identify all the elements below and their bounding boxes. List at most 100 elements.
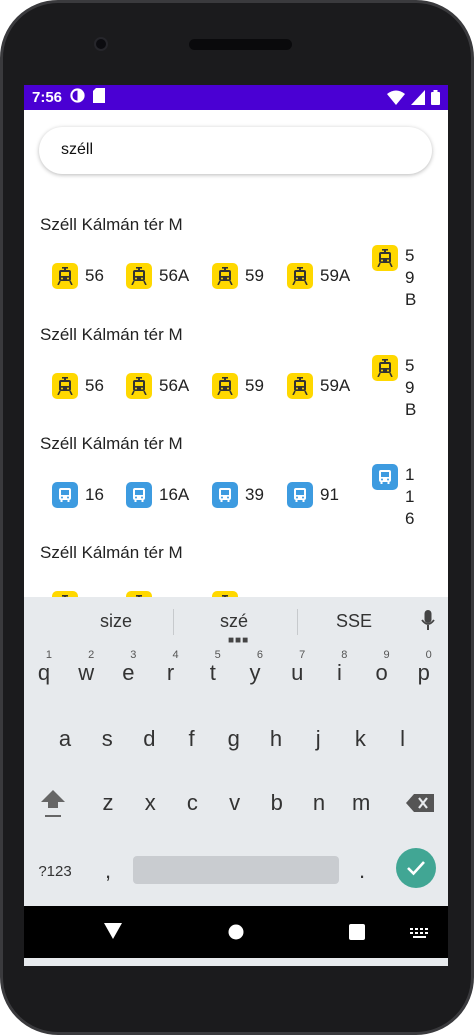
key-n[interactable]: n — [302, 780, 336, 826]
key-k[interactable]: k — [343, 716, 377, 762]
key-w[interactable]: w2 — [69, 649, 103, 696]
key-g[interactable]: g — [217, 716, 251, 762]
route-chip[interactable]: 59A — [287, 373, 350, 399]
key-l[interactable]: l — [386, 716, 420, 762]
key-b[interactable]: b — [260, 780, 294, 826]
route-chip[interactable]: 91 — [287, 482, 339, 508]
key-label: q — [37, 660, 51, 685]
route-chip[interactable]: 56A — [126, 373, 189, 399]
tram-icon — [287, 263, 313, 289]
key-o[interactable]: o9 — [365, 649, 399, 696]
key-label: t — [209, 660, 216, 685]
key-hint: 7 — [299, 649, 306, 661]
sd-card-icon — [93, 88, 106, 107]
tram-icon — [212, 263, 238, 289]
route-chip[interactable]: 56 — [52, 373, 104, 399]
key-hint: 3 — [130, 649, 137, 661]
screen: 7:56 Széll Kálmán tér M5656A5959A59BSzél… — [24, 85, 448, 966]
route-number: 56A — [159, 266, 190, 285]
key-label: l — [400, 726, 406, 751]
route-number: 59A — [320, 266, 351, 285]
key-y[interactable]: y6 — [238, 649, 272, 696]
tram-icon — [372, 355, 398, 381]
key-r[interactable]: r4 — [154, 649, 188, 696]
status-time: 7:56 — [32, 89, 63, 106]
key-label: m — [352, 790, 371, 815]
wifi-icon — [387, 90, 405, 109]
home-icon[interactable] — [228, 924, 244, 945]
search-input[interactable] — [61, 139, 401, 161]
microphone-icon[interactable] — [421, 610, 435, 637]
suggestion-3[interactable]: SSE — [336, 611, 372, 632]
key-label: s — [101, 726, 113, 751]
more-suggestions-icon[interactable]: ■■■ — [228, 635, 249, 646]
key-label: a — [58, 726, 72, 751]
route-number: 16 — [85, 485, 104, 504]
key-v[interactable]: v — [218, 780, 252, 826]
key-q[interactable]: q1 — [27, 649, 61, 696]
keyboard-switch-icon[interactable] — [410, 926, 430, 944]
key-label: b — [270, 790, 283, 815]
shift-key[interactable] — [36, 780, 70, 826]
key-h[interactable]: h — [259, 716, 293, 762]
route-chip[interactable]: 56A — [126, 263, 189, 289]
tram-icon — [287, 373, 313, 399]
key-a[interactable]: a — [48, 716, 82, 762]
key-label: k — [354, 726, 366, 751]
tram-icon — [212, 373, 238, 399]
space-bar[interactable] — [133, 856, 339, 884]
key-m[interactable]: m — [344, 780, 378, 826]
key-label: g — [227, 726, 240, 751]
enter-key[interactable] — [396, 848, 436, 888]
period-key[interactable]: . — [345, 848, 379, 894]
navigation-bar — [24, 906, 448, 958]
route-number: 56 — [85, 376, 104, 395]
suggestion-2[interactable]: szé — [220, 611, 248, 632]
route-chip[interactable]: 39 — [212, 482, 264, 508]
key-hint: 9 — [383, 649, 390, 661]
route-chip[interactable]: 116 — [372, 464, 417, 530]
key-hint: 5 — [214, 649, 221, 661]
route-chip[interactable]: 16 — [52, 482, 104, 508]
data-saver-icon — [70, 88, 85, 107]
key-u[interactable]: u7 — [280, 649, 314, 696]
key-label: f — [188, 726, 195, 751]
route-chip[interactable]: 16A — [126, 482, 189, 508]
route-chip[interactable]: 56 — [52, 263, 104, 289]
search-bar[interactable] — [39, 127, 432, 174]
route-number: 56 — [85, 266, 104, 285]
symbols-key[interactable]: ?123 — [34, 848, 76, 894]
route-chip[interactable]: 59 — [212, 373, 264, 399]
key-x[interactable]: x — [133, 780, 167, 826]
key-label: p — [417, 660, 430, 685]
key-label: j — [315, 726, 321, 751]
back-icon[interactable] — [104, 923, 122, 944]
tram-icon — [52, 373, 78, 399]
key-c[interactable]: c — [175, 780, 209, 826]
route-chip[interactable]: 59A — [287, 263, 350, 289]
key-hint: 8 — [341, 649, 348, 661]
recents-icon[interactable] — [349, 924, 365, 945]
camera — [94, 37, 108, 51]
key-d[interactable]: d — [132, 716, 166, 762]
key-s[interactable]: s — [90, 716, 124, 762]
key-f[interactable]: f — [175, 716, 209, 762]
key-e[interactable]: e3 — [111, 649, 145, 696]
route-chip[interactable]: 59 — [212, 263, 264, 289]
key-j[interactable]: j — [301, 716, 335, 762]
route-number: 59B — [405, 356, 417, 419]
comma-key[interactable]: , — [91, 848, 125, 894]
route-chip[interactable]: 59B — [372, 245, 417, 311]
key-p[interactable]: p0 — [407, 649, 441, 696]
key-z[interactable]: z — [91, 780, 125, 826]
route-chip[interactable]: 59B — [372, 355, 417, 421]
key-t[interactable]: t5 — [196, 649, 230, 696]
status-bar: 7:56 — [24, 85, 448, 110]
backspace-key[interactable] — [402, 780, 438, 826]
key-label: w — [78, 660, 95, 685]
key-i[interactable]: i8 — [322, 649, 356, 696]
suggestion-1[interactable]: size — [100, 611, 132, 632]
key-hint: 0 — [425, 649, 432, 661]
route-number: 59 — [245, 266, 264, 285]
key-hint: 2 — [88, 649, 95, 661]
